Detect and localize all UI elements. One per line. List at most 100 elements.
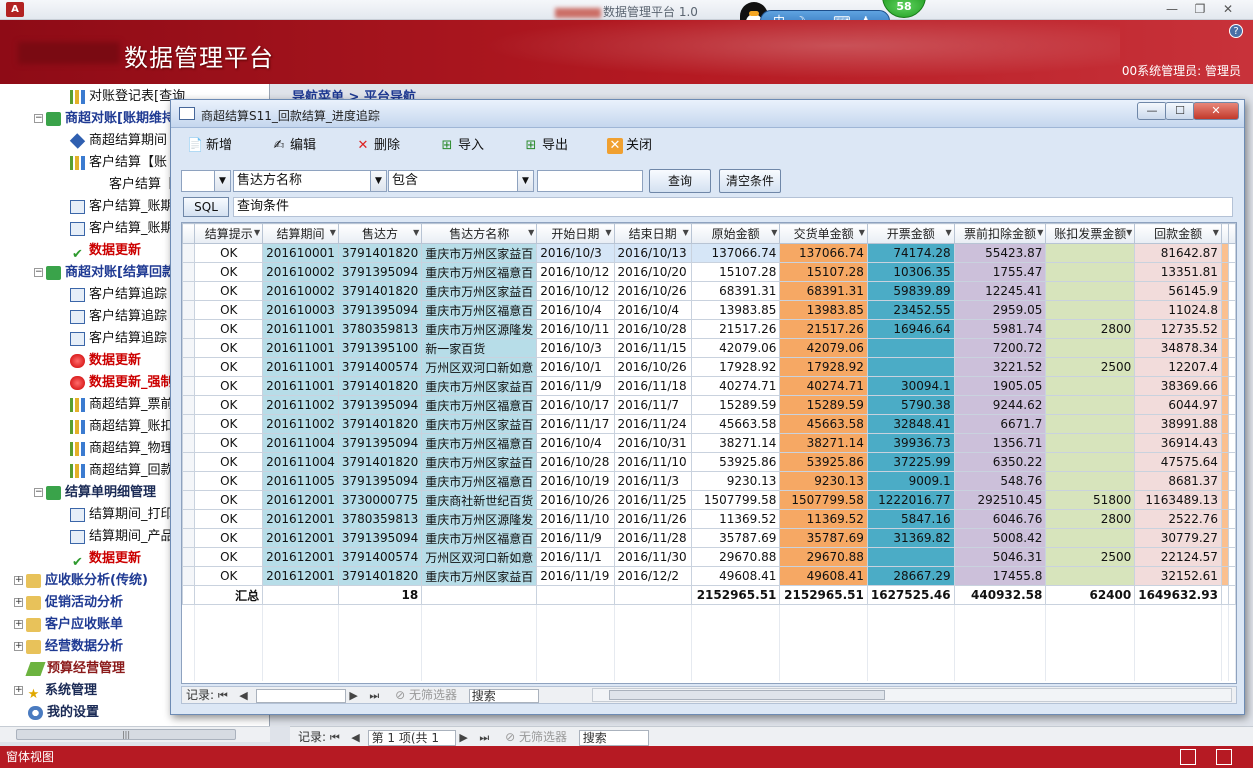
table-cell[interactable]: 37225.99 [866, 452, 955, 472]
grid-next-buttons[interactable]: ▶ ⏭ [349, 689, 383, 702]
popup-close-button[interactable]: ✕ [1193, 102, 1239, 120]
table-cell[interactable]: 重庆市万州区家益百 [421, 243, 538, 263]
table-cell[interactable]: 2016/10/12 [536, 262, 615, 282]
column-dropdown-icon[interactable]: ▼ [1213, 228, 1219, 237]
table-cell[interactable]: 49608.41 [690, 566, 781, 586]
table-cell[interactable]: OK [194, 528, 264, 548]
table-cell[interactable]: 2800 [1045, 509, 1136, 529]
table-cell[interactable]: 39936.73 [866, 433, 955, 453]
table-cell[interactable]: 31369.82 [866, 528, 955, 548]
table-cell[interactable]: 3791401820 [337, 452, 423, 472]
row-selector[interactable] [182, 300, 196, 320]
table-row[interactable]: OK 201611002 3791395094 重庆市万州区福意百 2016/10/17… [182, 395, 1236, 415]
table-cell[interactable] [1045, 566, 1136, 586]
table-cell[interactable]: 137066.74 [779, 243, 868, 263]
table-cell[interactable]: OK [194, 490, 264, 510]
table-cell[interactable]: 5981.74 [953, 319, 1047, 339]
table-cell[interactable]: 6044.97 [1134, 395, 1222, 415]
table-cell[interactable]: 2016/10/3 [536, 338, 615, 358]
column-header[interactable]: 结算提示 ▼ [194, 223, 264, 244]
table-cell[interactable]: 2500 [1045, 357, 1136, 377]
table-cell[interactable]: 53925.86 [779, 452, 868, 472]
table-cell[interactable] [1220, 433, 1230, 453]
table-cell[interactable]: 重庆市万州区家益百 [421, 376, 538, 396]
nav-tree-item[interactable]: + ★ 系统管理 [14, 680, 97, 702]
table-cell[interactable]: 3791401820 [337, 243, 423, 263]
record-search-input[interactable]: 搜索 [578, 729, 649, 746]
column-dropdown-icon[interactable]: ▼ [945, 228, 951, 237]
column-dropdown-icon[interactable]: ▼ [1037, 228, 1043, 237]
column-header[interactable]: 结算期间 ▼ [262, 223, 339, 244]
table-row[interactable]: OK 201612001 3791401820 重庆市万州区家益百 2016/11/19… [182, 566, 1236, 586]
table-cell[interactable]: 40274.71 [779, 376, 868, 396]
nav-tree-item[interactable]: 商超结算_回款 [70, 460, 174, 482]
table-cell[interactable]: 2016/11/30 [613, 547, 692, 567]
table-cell[interactable]: 201610001 [262, 243, 339, 263]
table-cell[interactable] [1045, 452, 1136, 472]
table-cell[interactable]: 重庆市万州区源隆发 [421, 509, 538, 529]
table-cell[interactable]: 3791401820 [337, 376, 423, 396]
table-cell[interactable]: OK [194, 566, 264, 586]
table-cell[interactable] [1220, 281, 1230, 301]
expand-icon[interactable]: + [14, 598, 23, 607]
expand-icon[interactable]: + [14, 576, 23, 585]
table-cell[interactable]: 12245.41 [953, 281, 1047, 301]
clear-conditions-button[interactable]: 清空条件 [719, 169, 781, 193]
table-cell[interactable]: 3791400574 [337, 547, 423, 567]
table-cell[interactable]: 201610002 [262, 262, 339, 282]
table-cell[interactable] [1220, 376, 1230, 396]
row-selector[interactable] [182, 433, 196, 453]
table-cell[interactable] [1045, 338, 1136, 358]
table-cell[interactable]: OK [194, 281, 264, 301]
table-row[interactable]: OK 201612001 3730000775 重庆商社新世纪百货 2016/10/26… [182, 490, 1236, 510]
table-row[interactable]: OK 201610001 3791401820 重庆市万州区家益百 2016/10/3 2… [182, 243, 1236, 263]
table-cell[interactable]: 1507799.58 [779, 490, 868, 510]
table-cell[interactable] [1045, 376, 1136, 396]
column-dropdown-icon[interactable]: ▼ [330, 228, 336, 237]
table-cell[interactable] [1045, 528, 1136, 548]
table-cell[interactable]: 重庆市万州区福意百 [421, 262, 538, 282]
row-selector[interactable] [182, 509, 196, 529]
table-cell[interactable]: OK [194, 338, 264, 358]
table-cell[interactable]: 29670.88 [690, 547, 781, 567]
table-cell[interactable] [1220, 395, 1230, 415]
grid-prev-buttons[interactable]: ⏮ ◀ [218, 689, 252, 702]
table-cell[interactable]: 1905.05 [953, 376, 1047, 396]
no-filter-button[interactable]: ⊘ 无筛选器 [505, 730, 567, 744]
table-cell[interactable]: 7200.72 [953, 338, 1047, 358]
table-cell[interactable] [1220, 566, 1230, 586]
table-cell[interactable]: 201612001 [262, 528, 339, 548]
table-cell[interactable]: 34878.34 [1134, 338, 1222, 358]
table-cell[interactable]: 2800 [1045, 319, 1136, 339]
table-cell[interactable]: 201611001 [262, 319, 339, 339]
table-cell[interactable] [1220, 357, 1230, 377]
table-cell[interactable]: OK [194, 414, 264, 434]
nav-tree-item[interactable]: − 商超对账[账期维持 [34, 108, 175, 130]
grid-search-input[interactable]: 搜索 [468, 688, 539, 703]
restore-button[interactable]: ❐ [1188, 1, 1212, 18]
table-cell[interactable]: 2959.05 [953, 300, 1047, 320]
table-cell[interactable]: 2016/11/1 [536, 547, 615, 567]
table-cell[interactable]: 21517.26 [690, 319, 781, 339]
grid-horizontal-scrollbar[interactable] [592, 688, 1232, 702]
table-cell[interactable]: 8681.37 [1134, 471, 1222, 491]
nav-tree-item[interactable]: 我的设置 [28, 702, 99, 724]
table-cell[interactable]: 3791401820 [337, 414, 423, 434]
nav-tree-item[interactable]: 数据更新_强制 [70, 372, 174, 394]
nav-tree-item[interactable]: 客户结算_账期 [70, 196, 174, 218]
table-cell[interactable]: 68391.31 [690, 281, 781, 301]
table-cell[interactable]: 55423.87 [953, 243, 1047, 263]
table-cell[interactable]: 30779.27 [1134, 528, 1222, 548]
nav-tree-item[interactable]: 商超结算期间 [69, 130, 167, 152]
nav-tree-item[interactable]: 对账登记表[查询 [70, 86, 185, 108]
table-cell[interactable]: 重庆市万州区家益百 [421, 566, 538, 586]
record-position-field[interactable]: 第 1 项(共 1 项) [367, 729, 456, 759]
table-cell[interactable] [1220, 471, 1230, 491]
table-cell[interactable] [866, 547, 955, 567]
table-cell[interactable]: 74174.28 [866, 243, 955, 263]
table-cell[interactable]: 13983.85 [779, 300, 868, 320]
table-cell[interactable]: 9244.62 [953, 395, 1047, 415]
table-cell[interactable]: 2016/10/3 [536, 243, 615, 263]
table-cell[interactable]: 2016/10/17 [536, 395, 615, 415]
table-row[interactable]: OK 201611001 3791400574 万州区双河口新如意 2016/10/1 2… [182, 357, 1236, 377]
